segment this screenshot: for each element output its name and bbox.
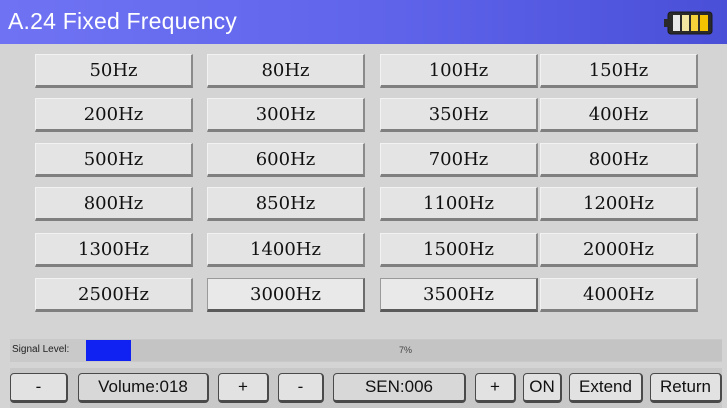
frequency-button[interactable]: 3500Hz xyxy=(380,278,538,312)
frequency-button[interactable]: 350Hz xyxy=(380,98,538,132)
return-button[interactable]: Return xyxy=(650,373,722,403)
frequency-button[interactable]: 1300Hz xyxy=(35,233,193,267)
sen-decrease-button[interactable]: - xyxy=(278,373,324,403)
frequency-button[interactable]: 800Hz xyxy=(540,143,698,177)
signal-level-bar: 7% xyxy=(86,340,722,361)
frequency-button[interactable]: 50Hz xyxy=(35,54,193,88)
frequency-button[interactable]: 500Hz xyxy=(35,143,193,177)
signal-level-fill xyxy=(86,340,131,361)
sen-increase-button[interactable]: + xyxy=(475,373,516,403)
frequency-button[interactable]: 80Hz xyxy=(207,54,365,88)
volume-decrease-button[interactable]: - xyxy=(10,373,68,403)
frequency-button[interactable]: 1100Hz xyxy=(380,187,538,221)
frequency-button[interactable]: 600Hz xyxy=(207,143,365,177)
bottom-control-bar: - Volume:018 + - SEN:006 + ON Extend Ret… xyxy=(10,368,722,408)
volume-increase-button[interactable]: + xyxy=(218,373,269,403)
window-title: A.24 Fixed Frequency xyxy=(8,8,238,34)
frequency-button[interactable]: 4000Hz xyxy=(540,278,698,312)
volume-display: Volume:018 xyxy=(78,373,209,403)
frequency-button[interactable]: 100Hz xyxy=(380,54,538,88)
signal-level-label: Signal Level: xyxy=(12,344,70,355)
frequency-button[interactable]: 800Hz xyxy=(35,187,193,221)
signal-level-row: Signal Level: 7% xyxy=(10,339,722,362)
frequency-button-grid: 50Hz 80Hz 100Hz 150Hz 200Hz 300Hz 350Hz 400Hz 50… xyxy=(35,54,715,324)
frequency-button[interactable]: 1500Hz xyxy=(380,233,538,267)
sen-display: SEN:006 xyxy=(333,373,466,403)
frequency-button[interactable]: 2000Hz xyxy=(540,233,698,267)
frequency-button[interactable]: 400Hz xyxy=(540,98,698,132)
frequency-button[interactable]: 3000Hz xyxy=(207,278,365,312)
on-button[interactable]: ON xyxy=(523,373,562,403)
frequency-button[interactable]: 850Hz xyxy=(207,187,365,221)
signal-level-percent: 7% xyxy=(399,345,413,355)
frequency-button[interactable]: 150Hz xyxy=(540,54,698,88)
title-bar: A.24 Fixed Frequency xyxy=(0,0,727,44)
frequency-button[interactable]: 1400Hz xyxy=(207,233,365,267)
frequency-button[interactable]: 200Hz xyxy=(35,98,193,132)
frequency-button[interactable]: 300Hz xyxy=(207,98,365,132)
frequency-button[interactable]: 700Hz xyxy=(380,143,538,177)
frequency-button[interactable]: 2500Hz xyxy=(35,278,193,312)
battery-icon xyxy=(664,10,716,36)
extend-button[interactable]: Extend xyxy=(569,373,643,403)
frequency-button[interactable]: 1200Hz xyxy=(540,187,698,221)
